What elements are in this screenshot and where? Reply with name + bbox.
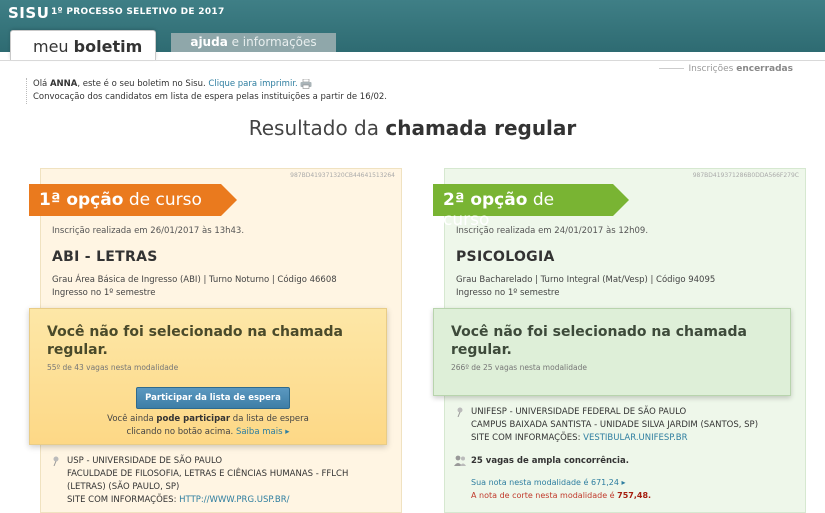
cutoff-score: A nota de corte nesta modalidade é 757,4… — [471, 491, 652, 500]
divider — [0, 60, 825, 61]
vacancies-info: 25 vagas de ampla concorrência. — [454, 455, 629, 466]
page-title: Resultado da chamada regular — [248, 116, 577, 140]
pin-icon — [457, 407, 463, 417]
university-site-link[interactable]: HTTP://WWW.PRG.USP.BR/ — [179, 495, 289, 505]
learn-more-link[interactable]: Saiba mais ▸ — [236, 427, 290, 437]
greeting: Olá ANNA, este é o seu boletim no Sisu. … — [26, 78, 387, 104]
sisu-logo: SISU — [8, 4, 50, 22]
option-1-ribbon: 1ª opção de curso — [29, 184, 237, 216]
tab-help-info[interactable]: ajuda e informações — [171, 33, 336, 52]
enrollment-date: Inscrição realizada em 26/01/2017 às 13h… — [52, 226, 245, 236]
option-2-ribbon: 2ª opção de curso — [433, 184, 629, 230]
course-name: ABI - LETRAS — [52, 249, 158, 265]
university-info: USP - UNIVERSIDADE DE SÃO PAULO FACULDAD… — [53, 455, 348, 507]
course-option-2-card: 987BD419371286B0DDA566F279C 2ª opção de … — [433, 168, 806, 513]
not-selected-box: Você não foi selecionado na chamada regu… — [29, 308, 387, 445]
process-subtitle: 1º PROCESSO SELETIVO DE 2017 — [51, 7, 225, 17]
tab-my-report[interactable]: meu boletim — [10, 30, 156, 60]
scores-info: Sua nota nesta modalidade é 671,24 ▸ A n… — [471, 476, 651, 502]
course-option-1-card: 987BD419371320CB44641513264 1ª opção de … — [29, 168, 402, 513]
course-detail: Grau Área Básica de Ingresso (ABI) | Tur… — [52, 275, 337, 298]
not-selected-title: Você não foi selecionado na chamada regu… — [47, 324, 343, 358]
option-hash: 987BD419371286B0DDA566F279C — [692, 172, 799, 179]
option-hash: 987BD419371320CB44641513264 — [290, 172, 395, 179]
course-detail: Grau Bacharelado | Turno Integral (Mat/V… — [456, 275, 716, 298]
printer-icon[interactable] — [300, 78, 312, 89]
your-score-link[interactable]: Sua nota nesta modalidade é 671,24 ▸ — [471, 478, 626, 487]
not-selected-box: Você não foi selecionado na chamada regu… — [433, 308, 791, 396]
print-link[interactable]: Clique para imprimir. — [208, 79, 297, 89]
enrollment-date: Inscrição realizada em 24/01/2017 às 12h… — [456, 226, 649, 236]
university-info: UNIFESP - UNIVERSIDADE FEDERAL DE SÃO PA… — [457, 406, 758, 445]
rank-info: 266º de 25 vagas nesta modalidade — [451, 363, 587, 372]
university-site-link[interactable]: VESTIBULAR.UNIFESP.BR — [583, 433, 687, 443]
waitlist-note: Você ainda pode participar da lista de e… — [107, 414, 309, 437]
not-selected-title: Você não foi selecionado na chamada regu… — [451, 324, 747, 358]
enrollment-status: Inscrições encerradas — [659, 64, 793, 74]
waitlist-notice: Convocação dos candidatos em lista de es… — [33, 92, 387, 102]
pin-icon — [53, 456, 59, 466]
join-waitlist-button[interactable]: Participar da lista de espera — [136, 387, 290, 409]
people-icon — [454, 455, 466, 466]
course-name: PSICOLOGIA — [456, 249, 555, 265]
rank-info: 55º de 43 vagas nesta modalidade — [47, 363, 179, 372]
